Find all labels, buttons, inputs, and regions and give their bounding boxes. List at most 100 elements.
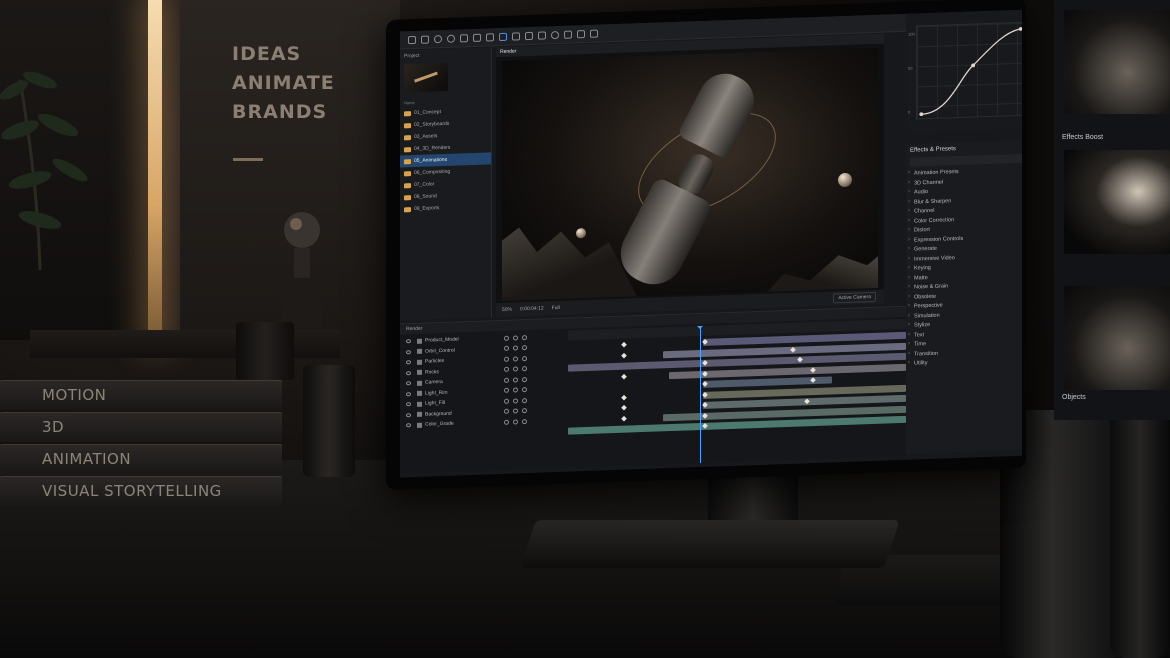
solo-icon[interactable] [504, 398, 509, 404]
playhead[interactable] [699, 326, 701, 464]
puppet-tool-icon[interactable] [590, 29, 598, 38]
clone-tool-icon[interactable] [551, 30, 559, 39]
motion-blur-icon[interactable] [522, 376, 527, 383]
solo-icon[interactable] [504, 419, 509, 425]
project-thumbnail[interactable] [404, 62, 448, 93]
solo-icon[interactable] [504, 356, 509, 362]
axis-tick: 50 [908, 65, 913, 71]
screen: Project Name 01_Concept 02_Storyboards 03_… [400, 9, 1022, 478]
keyframe[interactable] [621, 415, 627, 422]
visibility-icon[interactable] [406, 370, 411, 376]
text-tool-icon[interactable] [525, 31, 533, 40]
rock-thumbnail[interactable] [1064, 10, 1170, 114]
motion-blur-icon[interactable] [522, 366, 527, 372]
pan-behind-tool-icon[interactable] [486, 32, 494, 42]
tab-render[interactable]: Render [500, 48, 516, 55]
book-title: ANIMATION [42, 450, 132, 468]
eraser-tool-icon[interactable] [564, 30, 572, 39]
book-title: 3D [42, 418, 65, 436]
lock-icon[interactable] [513, 345, 518, 351]
home-icon[interactable] [408, 35, 416, 44]
folder-icon [404, 110, 411, 116]
keyframe[interactable] [621, 394, 627, 401]
motion-blur-icon[interactable] [522, 345, 527, 351]
folder-item[interactable]: 09_Exports [400, 200, 491, 215]
layer-name: Product_Model [425, 336, 459, 344]
layer-type-icon [417, 348, 422, 355]
layer-type-icon [417, 401, 422, 407]
wall-light-strip [148, 0, 162, 340]
solo-icon[interactable] [504, 387, 509, 394]
shape-tool-icon[interactable] [499, 32, 507, 41]
folder-label: 06_Compositing [414, 168, 451, 177]
motion-blur-icon[interactable] [522, 334, 527, 341]
solo-icon[interactable] [504, 335, 509, 341]
lock-icon[interactable] [513, 335, 518, 341]
layer-switches [504, 366, 527, 373]
folder-label: 01_Concept [414, 109, 441, 117]
motion-blur-icon[interactable] [522, 408, 527, 414]
visibility-icon[interactable] [406, 423, 411, 428]
lock-icon[interactable] [513, 377, 518, 383]
selection-tool-icon[interactable] [421, 34, 429, 44]
layer-switches [504, 418, 527, 425]
solo-icon[interactable] [504, 408, 509, 415]
folder-label: 08_Sound [414, 193, 437, 201]
visibility-icon[interactable] [406, 349, 411, 355]
keyframe[interactable] [621, 352, 627, 359]
lock-icon[interactable] [513, 366, 518, 372]
render-preview[interactable] [502, 47, 878, 301]
timecode[interactable]: 0:00:04:12 [520, 305, 544, 312]
layer-type-icon [417, 359, 422, 365]
resolution-select[interactable]: Full [552, 305, 560, 311]
lock-icon[interactable] [513, 419, 518, 425]
visibility-icon[interactable] [406, 391, 411, 397]
desk-sculpture [282, 212, 322, 328]
texture-thumbnail[interactable] [1064, 286, 1170, 390]
motion-blur-icon[interactable] [522, 418, 527, 425]
solo-icon[interactable] [504, 345, 509, 352]
keyframe[interactable] [621, 373, 627, 380]
pen-tool-icon[interactable] [512, 31, 520, 41]
solo-icon[interactable] [504, 366, 509, 373]
rotate-tool-icon[interactable] [460, 33, 468, 42]
folder-label: 09_Exports [414, 205, 440, 213]
layer-list: Product_Model Orbit_Control Particles Rocks… [400, 331, 560, 431]
visibility-icon[interactable] [406, 360, 411, 365]
effects-search-input[interactable] [910, 153, 1022, 167]
brush-tool-icon[interactable] [538, 30, 546, 40]
lock-icon[interactable] [513, 408, 518, 414]
visibility-icon[interactable] [406, 339, 411, 344]
project-tab[interactable]: Project [400, 47, 491, 62]
layer-name: Orbit_Control [425, 347, 455, 355]
sphere-right [838, 172, 852, 188]
camera-select[interactable]: Active Camera [833, 291, 876, 304]
book: MOTION [0, 380, 282, 410]
zoom-tool-icon[interactable] [447, 34, 455, 43]
visibility-icon[interactable] [406, 381, 411, 386]
keyframe[interactable] [621, 404, 627, 411]
camera-tool-icon[interactable] [473, 33, 481, 42]
visibility-icon[interactable] [406, 402, 411, 407]
motion-blur-icon[interactable] [522, 397, 527, 404]
timeline-panel: Render Product_Model Orbit_Control Particl… [400, 305, 906, 474]
hand-tool-icon[interactable] [434, 34, 442, 43]
motion-blur-icon[interactable] [522, 387, 527, 393]
layer-type-icon [417, 380, 422, 386]
roto-tool-icon[interactable] [577, 29, 585, 38]
lock-icon[interactable] [513, 356, 518, 362]
keyframe[interactable] [621, 341, 627, 348]
lock-icon[interactable] [513, 398, 518, 404]
particle-thumbnail[interactable] [1064, 150, 1170, 254]
graph-canvas[interactable] [916, 21, 1022, 120]
layer-name: Light_Rim [425, 389, 448, 397]
lock-icon[interactable] [513, 387, 518, 393]
solo-icon[interactable] [504, 377, 509, 383]
zoom-level[interactable]: 50% [502, 307, 512, 313]
folder-label: 07_Color [414, 181, 435, 189]
timeline-tracks[interactable] [568, 318, 906, 468]
monitor: Project Name 01_Concept 02_Storyboards 03_… [386, 0, 1026, 491]
visibility-icon[interactable] [406, 412, 411, 418]
motion-blur-icon[interactable] [522, 355, 527, 362]
layer-name: Rocks [425, 368, 439, 376]
